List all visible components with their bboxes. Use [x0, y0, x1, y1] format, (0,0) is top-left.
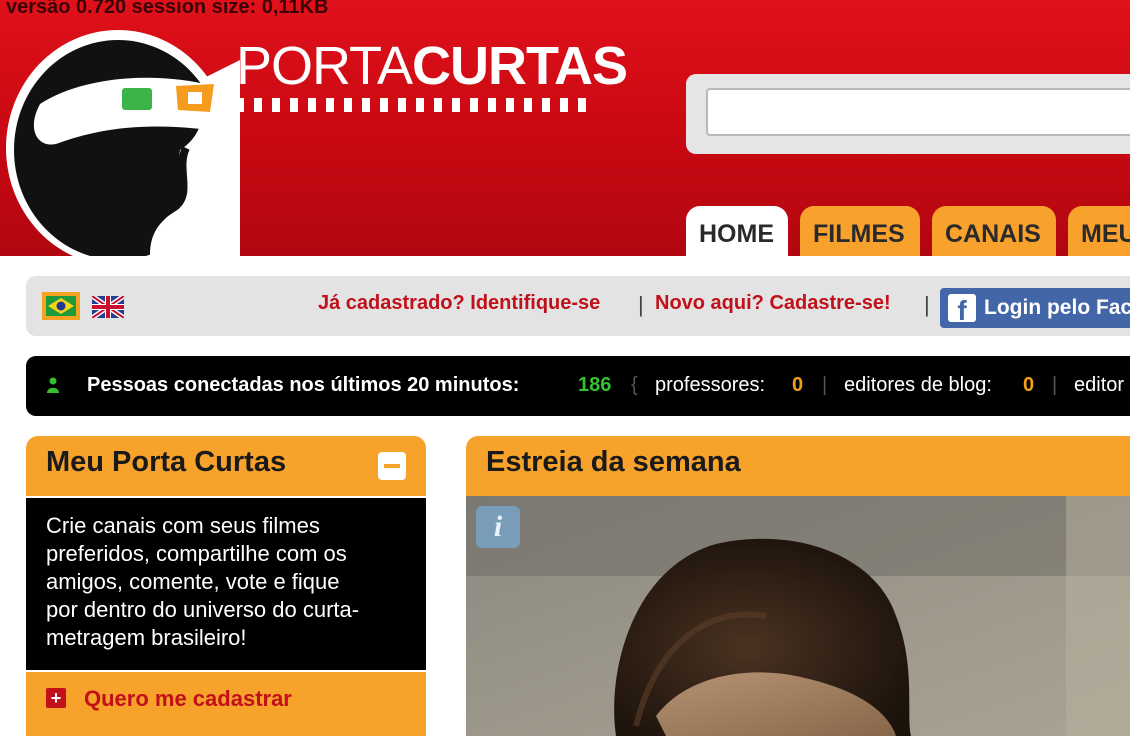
editores-count: 0	[1023, 374, 1035, 396]
tab-home[interactable]: HOME	[686, 206, 788, 256]
porta-curtas-wordmark[interactable]: PORTACURTAS	[236, 36, 628, 112]
facebook-login-label: Login pelo Fac	[984, 296, 1130, 319]
login-link[interactable]: Já cadastrado? Identifique-se	[318, 292, 600, 315]
separator: |	[822, 374, 828, 396]
online-users-bar: Pessoas conectadas nos últimos 20 minuto…	[26, 356, 1130, 416]
info-icon[interactable]: i	[476, 506, 520, 548]
online-count: 186	[578, 374, 612, 396]
uk-flag-icon[interactable]	[92, 296, 124, 318]
estreia-title: Estreia da semana	[486, 446, 741, 478]
separator: |	[1052, 374, 1058, 396]
facebook-icon: f	[948, 294, 976, 322]
meu-porta-curtas-panel: Meu Porta Curtas Crie canais com seus fi…	[26, 436, 426, 736]
version-info: versão 0.720 session size: 0,11KB	[6, 0, 329, 18]
featured-film-still[interactable]: i	[466, 496, 1130, 736]
brazil-flag-icon[interactable]	[42, 292, 80, 320]
brace-separator: {	[631, 374, 638, 396]
filmstrip-decoration	[236, 98, 616, 112]
panel-description: Crie canais com seus filmes preferidos, …	[26, 498, 426, 670]
logo-part-curtas: CURTAS	[412, 36, 628, 96]
register-row[interactable]: + Quero me cadastrar	[26, 672, 426, 736]
tab-canais[interactable]: CANAIS	[932, 206, 1056, 256]
porta-curtas-mascot-logo[interactable]	[0, 20, 240, 256]
tab-meu[interactable]: MEU	[1068, 206, 1130, 256]
logo-part-porta: PORTA	[236, 36, 413, 96]
user-bar: Já cadastrado? Identifique-se | Novo aqu…	[26, 276, 1130, 336]
editor-label-cut: editor	[1074, 374, 1125, 396]
professores-count: 0	[792, 374, 804, 396]
search-input[interactable]	[706, 88, 1130, 136]
online-label: Pessoas conectadas nos últimos 20 minuto…	[87, 374, 520, 396]
editores-label: editores de blog:	[844, 374, 992, 396]
site-header: versão 0.720 session size: 0,11KB PORTAC…	[0, 0, 1130, 256]
tab-filmes[interactable]: FILMES	[800, 206, 920, 256]
panel-title: Meu Porta Curtas	[46, 446, 287, 478]
register-link[interactable]: Quero me cadastrar	[84, 686, 292, 712]
auth-separator: |	[638, 292, 644, 317]
search-box	[686, 74, 1130, 154]
professores-label: professores:	[655, 374, 766, 396]
estreia-panel: Estreia da semana i	[466, 436, 1130, 736]
facebook-login-button[interactable]: f Login pelo Fac	[940, 288, 1130, 328]
signup-link[interactable]: Novo aqui? Cadastre-se!	[655, 292, 891, 315]
estreia-header: Estreia da semana	[466, 436, 1130, 496]
panel-header: Meu Porta Curtas	[26, 436, 426, 496]
plus-icon: +	[46, 688, 66, 708]
collapse-icon[interactable]	[378, 452, 406, 480]
auth-separator: |	[924, 292, 930, 317]
film-still-image	[466, 496, 1130, 736]
person-icon	[47, 377, 59, 393]
